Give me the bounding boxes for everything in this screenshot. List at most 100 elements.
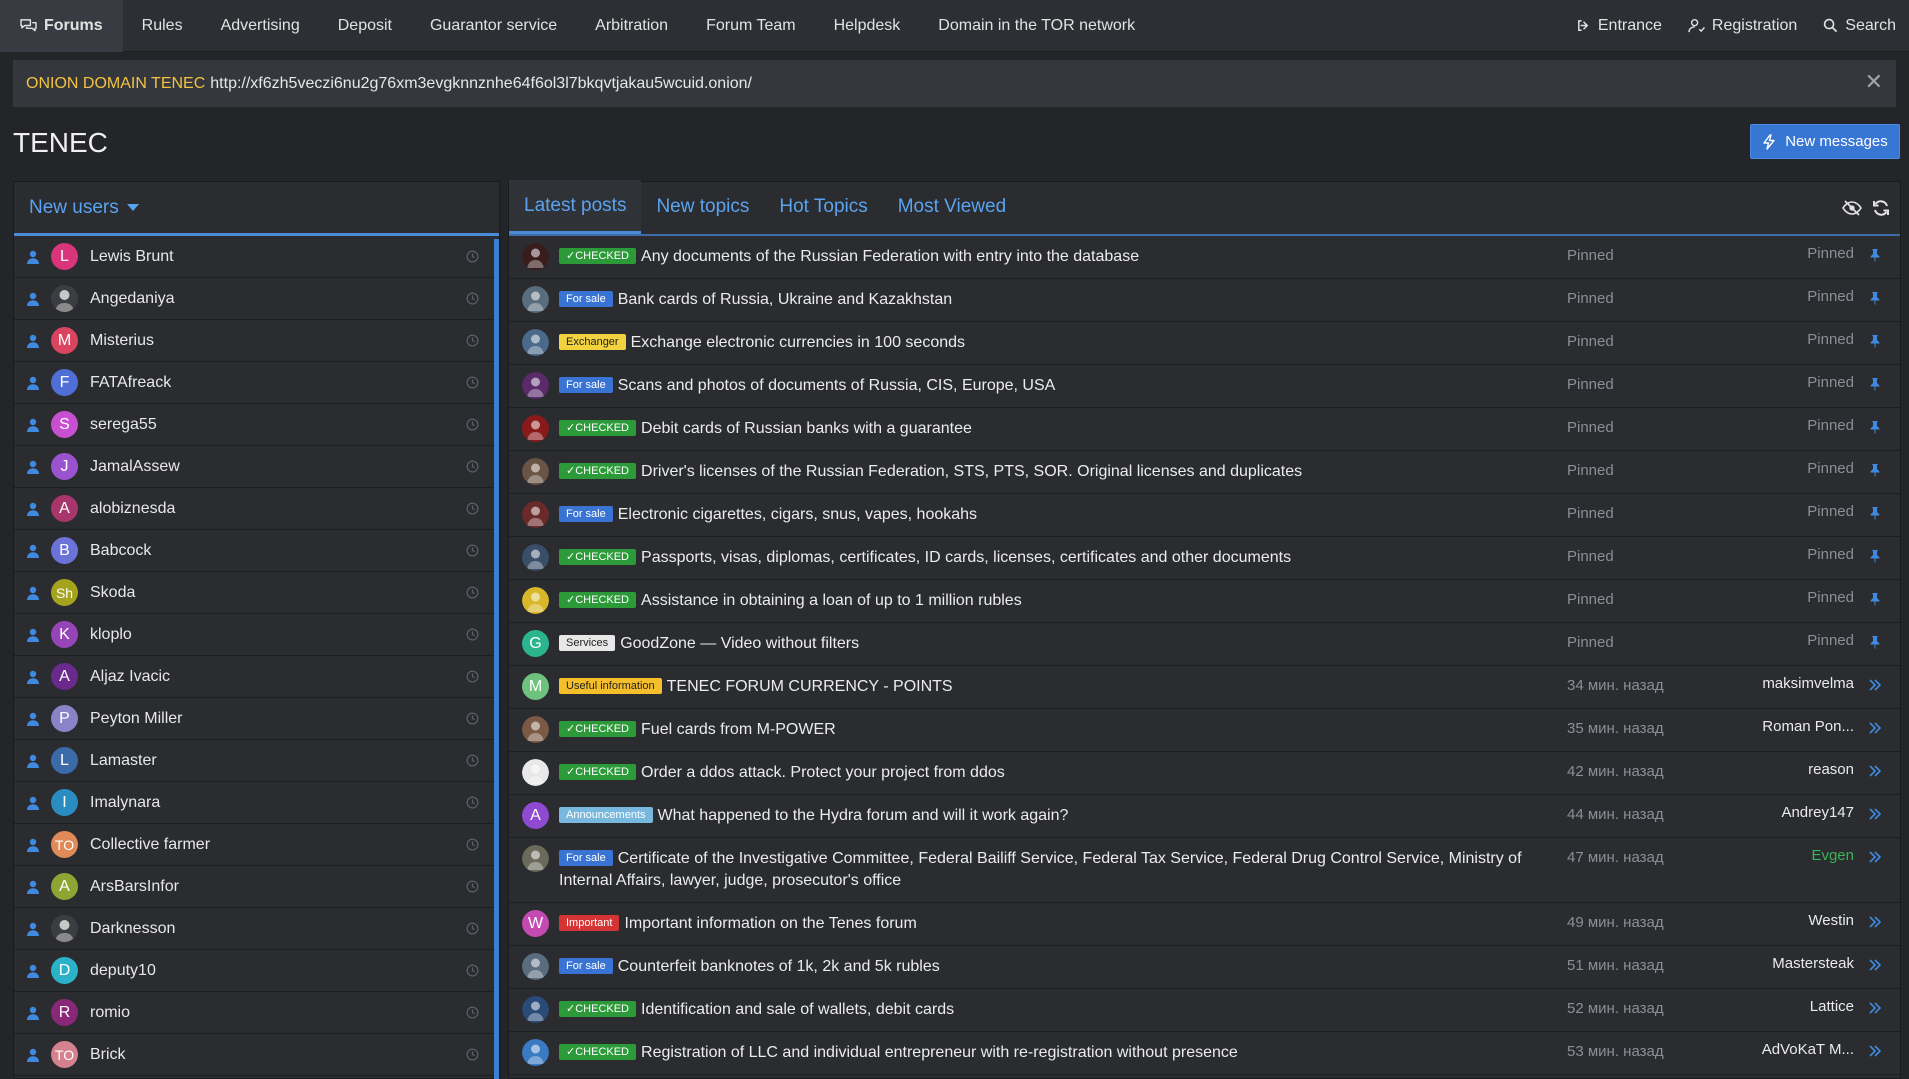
user-row[interactable]: Darknesson — [14, 908, 499, 950]
username[interactable]: Darknesson — [90, 920, 175, 938]
topic-prefix-badge[interactable]: ✓CHECKED — [559, 248, 637, 264]
nav-advertising[interactable]: Advertising — [202, 0, 319, 52]
avatar[interactable] — [522, 501, 549, 528]
topic-row[interactable]: ✓CHECKED Fuel cards from M-POWER 35 мин. н… — [509, 709, 1900, 752]
avatar[interactable] — [522, 759, 549, 786]
last-poster[interactable]: Westin — [1808, 912, 1854, 929]
avatar[interactable]: F — [51, 369, 78, 396]
topic-title-link[interactable]: Fuel cards from M-POWER — [641, 721, 836, 738]
topic-prefix-badge[interactable]: Announcements — [559, 807, 653, 823]
tab-latest-posts[interactable]: Latest posts — [509, 180, 642, 234]
avatar[interactable]: G — [522, 630, 549, 657]
avatar[interactable]: M — [522, 673, 549, 700]
avatar[interactable] — [522, 953, 549, 980]
avatar[interactable] — [522, 716, 549, 743]
topic-title-link[interactable]: What happened to the Hydra forum and wil… — [658, 807, 1069, 824]
avatar[interactable] — [51, 915, 78, 942]
user-row[interactable]: Ddeputy10 — [14, 950, 499, 992]
topic-prefix-badge[interactable]: Useful information — [559, 678, 662, 694]
nav-forum-team[interactable]: Forum Team — [687, 0, 815, 52]
username[interactable]: Misterius — [90, 332, 154, 350]
user-row[interactable]: J JamalAssew — [14, 446, 499, 488]
avatar[interactable]: A — [51, 663, 78, 690]
go-to-last-icon[interactable] — [1869, 1001, 1882, 1015]
nav-tor-domain[interactable]: Domain in the TOR network — [919, 0, 1154, 52]
user-row[interactable]: Kkloplo — [14, 614, 499, 656]
avatar[interactable]: L — [51, 747, 78, 774]
user-row[interactable]: L Lamaster — [14, 740, 499, 782]
topic-row[interactable]: M Useful information TENEC FORUM CURRENCY … — [509, 666, 1900, 709]
topic-row[interactable]: A Announcements What happened to the Hydra… — [509, 795, 1900, 838]
topic-title-link[interactable]: Order a ddos attack. Protect your projec… — [641, 764, 1005, 781]
avatar[interactable]: K — [51, 621, 78, 648]
avatar[interactable]: S — [51, 411, 78, 438]
username[interactable]: alobiznesda — [90, 500, 175, 518]
avatar[interactable]: A — [51, 873, 78, 900]
avatar[interactable]: W — [522, 910, 549, 937]
avatar[interactable]: J — [51, 453, 78, 480]
entrance-button[interactable]: Entrance — [1563, 0, 1675, 52]
last-poster[interactable]: AdVoKaT M... — [1762, 1041, 1854, 1058]
avatar[interactable]: B — [51, 537, 78, 564]
topic-prefix-badge[interactable]: ✓CHECKED — [559, 592, 637, 608]
go-to-last-icon[interactable] — [1869, 850, 1882, 864]
topic-row[interactable]: ✓CHECKED Driver's licenses of the Russian… — [509, 451, 1900, 494]
avatar[interactable] — [522, 845, 549, 872]
avatar[interactable] — [522, 458, 549, 485]
topic-row[interactable]: For saleStore of accounts Gmail, Mail, V… — [509, 1075, 1900, 1079]
user-row[interactable]: Angedaniya — [14, 278, 499, 320]
avatar[interactable]: M — [51, 327, 78, 354]
nav-arbitration[interactable]: Arbitration — [576, 0, 687, 52]
topic-title-link[interactable]: Debit cards of Russian banks with a guar… — [641, 420, 972, 437]
username[interactable]: Lamaster — [90, 752, 157, 770]
topic-action[interactable] — [1869, 850, 1882, 869]
topic-action[interactable] — [1869, 958, 1882, 977]
nav-helpdesk[interactable]: Helpdesk — [815, 0, 920, 52]
avatar[interactable] — [522, 587, 549, 614]
topic-prefix-badge[interactable]: For sale — [559, 958, 613, 974]
username[interactable]: serega55 — [90, 416, 157, 434]
topic-prefix-badge[interactable]: ✓CHECKED — [559, 549, 637, 565]
tab-most-viewed[interactable]: Most Viewed — [883, 180, 1021, 234]
user-row[interactable]: Aalobiznesda — [14, 488, 499, 530]
user-row[interactable]: Sh Skoda — [14, 572, 499, 614]
username[interactable]: kloplo — [90, 626, 132, 644]
nav-forums[interactable]: Forums — [0, 0, 123, 52]
search-button[interactable]: Search — [1810, 0, 1909, 52]
username[interactable]: Peyton Miller — [90, 710, 182, 728]
topic-prefix-badge[interactable]: For sale — [559, 291, 613, 307]
username[interactable]: Aljaz Ivacic — [90, 668, 170, 686]
avatar[interactable]: L — [51, 243, 78, 270]
topic-row[interactable]: G Services GoodZone — Video without filter… — [509, 623, 1900, 666]
topic-prefix-badge[interactable]: For sale — [559, 850, 613, 866]
last-poster[interactable]: Lattice — [1810, 998, 1854, 1015]
username[interactable]: FATAfreack — [90, 374, 171, 392]
avatar[interactable]: Sh — [51, 579, 78, 606]
user-row[interactable]: TO Collective farmer — [14, 824, 499, 866]
topic-prefix-badge[interactable]: ✓CHECKED — [559, 1001, 637, 1017]
new-messages-button[interactable]: New messages — [1750, 124, 1900, 159]
username[interactable]: Collective farmer — [90, 836, 210, 854]
nav-guarantor-service[interactable]: Guarantor service — [411, 0, 576, 52]
username[interactable]: Imalynara — [90, 794, 160, 812]
avatar[interactable] — [522, 544, 549, 571]
username[interactable]: Lewis Brunt — [90, 248, 174, 266]
nav-deposit[interactable]: Deposit — [319, 0, 411, 52]
topic-row[interactable]: For sale Counterfeit banknotes of 1k, 2k … — [509, 946, 1900, 989]
user-row[interactable]: M Misterius — [14, 320, 499, 362]
avatar[interactable]: P — [51, 705, 78, 732]
nav-rules[interactable]: Rules — [123, 0, 202, 52]
topic-title-link[interactable]: Any documents of the Russian Federation … — [641, 248, 1139, 265]
topic-action[interactable] — [1869, 721, 1882, 740]
topic-prefix-badge[interactable]: Important — [559, 915, 620, 931]
topic-action[interactable] — [1869, 764, 1882, 783]
topic-row[interactable]: For sale Certificate of the Investigative… — [509, 838, 1900, 903]
avatar[interactable]: I — [51, 789, 78, 816]
topic-row[interactable]: ✓CHECKED Registration of LLC and individu… — [509, 1032, 1900, 1075]
topic-prefix-badge[interactable]: For sale — [559, 377, 613, 393]
tab-new-topics[interactable]: New topics — [641, 180, 764, 234]
new-users-dropdown[interactable]: New users — [14, 182, 499, 236]
topic-prefix-badge[interactable]: Services — [559, 635, 616, 651]
tab-hot-topics[interactable]: Hot Topics — [764, 180, 882, 234]
topic-prefix-badge[interactable]: For sale — [559, 506, 613, 522]
